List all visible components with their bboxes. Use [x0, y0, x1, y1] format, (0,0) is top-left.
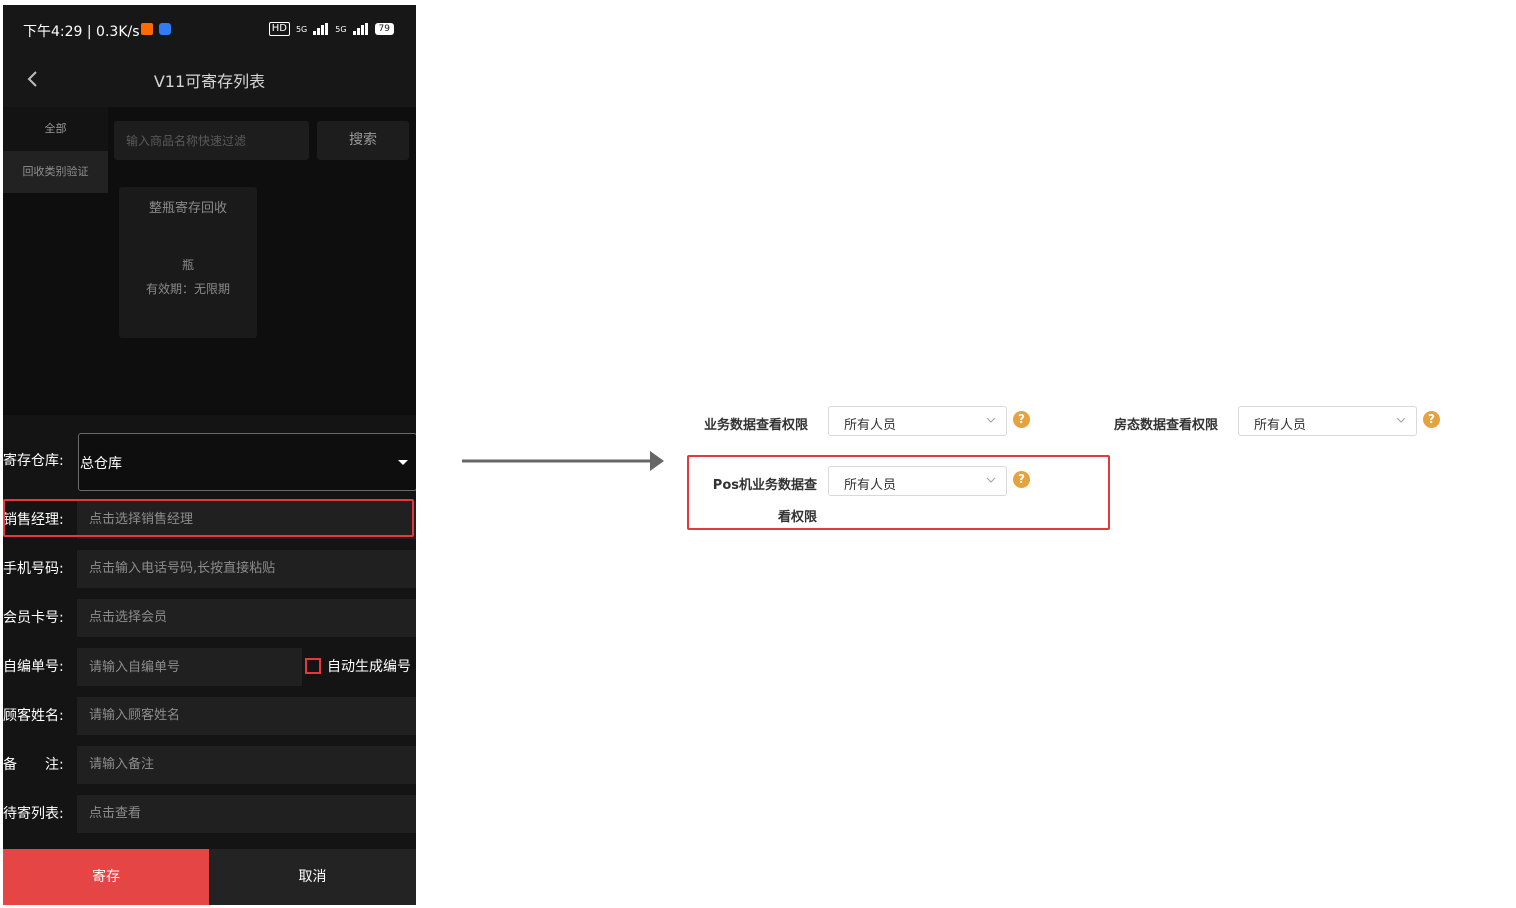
notification-app-icon [159, 23, 171, 35]
product-browser: 全部 回收类别验证 搜索 整瓶寄存回收 瓶 有效期：无限期 [3, 107, 416, 415]
member-row: 会员卡号: 点击选择会员 [3, 599, 416, 637]
remark-label: 备 注: [3, 757, 64, 773]
customer-input[interactable] [77, 697, 416, 735]
battery-icon: 79 [374, 23, 394, 35]
product-expiry: 有效期：无限期 [145, 282, 230, 296]
business-permission-select[interactable]: 所有人员 [828, 406, 1007, 436]
customer-label: 顾客姓名: [3, 708, 64, 724]
signal-icon-2 [352, 23, 369, 35]
help-icon[interactable]: ? [1013, 471, 1030, 488]
cancel-button[interactable]: 取消 [209, 849, 416, 905]
manager-label: 销售经理: [3, 512, 64, 528]
business-permission-label: 业务数据查看权限 [704, 418, 809, 433]
network-5g-label-1: 5G [295, 24, 308, 34]
help-icon[interactable]: ? [1423, 411, 1440, 428]
status-bar: 下午4:29 | 0.3K/s HD 5G 5G 79 [3, 5, 416, 51]
customer-row: 顾客姓名: [3, 697, 416, 735]
signal-icon-1 [313, 23, 329, 35]
pos-permission-label: Pos机业务数据查看权限 [712, 478, 817, 525]
member-picker[interactable]: 点击选择会员 [77, 599, 416, 637]
auto-generate-checkbox[interactable] [305, 658, 321, 674]
page-title: V11可寄存列表 [153, 72, 266, 91]
self-no-label: 自编单号: [3, 659, 64, 675]
product-card[interactable]: 整瓶寄存回收 瓶 有效期：无限期 [119, 187, 257, 338]
bottom-action-bar: 寄存 取消 [3, 849, 416, 905]
warehouse-value: 总仓库 [80, 456, 122, 472]
status-right-group: HD 5G 5G 79 [268, 22, 394, 36]
phone-input[interactable] [77, 550, 416, 588]
warehouse-select[interactable]: 总仓库 [78, 433, 416, 491]
save-button[interactable]: 寄存 [3, 849, 209, 905]
category-recycle-verify[interactable]: 回收类别验证 [3, 151, 108, 193]
remark-input[interactable] [77, 746, 416, 784]
manager-picker[interactable]: 点击选择销售经理 [77, 501, 416, 539]
product-filter-input[interactable] [114, 121, 309, 160]
phone-screenshot: 下午4:29 | 0.3K/s HD 5G 5G 79 V11可寄存列表 全部 … [3, 5, 416, 905]
self-no-input[interactable] [77, 648, 302, 686]
network-5g-label-2: 5G [335, 24, 347, 34]
pending-list-link[interactable]: 点击查看 [77, 795, 416, 833]
help-icon[interactable]: ? [1013, 411, 1030, 428]
manager-row: 销售经理: 点击选择销售经理 [3, 501, 416, 539]
room-permission-select[interactable]: 所有人员 [1238, 406, 1417, 436]
nav-bar: V11可寄存列表 [3, 51, 416, 107]
member-label: 会员卡号: [3, 610, 64, 626]
right-arrow-icon [462, 451, 664, 471]
phone-label: 手机号码: [3, 561, 64, 577]
mi-app-icon [141, 23, 153, 35]
status-time: 下午4:29 | 0.3K/s [23, 24, 140, 40]
business-permission-value: 所有人员 [844, 418, 897, 433]
chevron-down-icon [986, 417, 996, 423]
deposit-form: 寄存仓库: 总仓库 销售经理: 点击选择销售经理 手机号码: 会员卡号: 点击选… [3, 415, 416, 849]
chevron-down-icon [986, 477, 996, 483]
pos-permission-value: 所有人员 [844, 478, 897, 493]
category-all[interactable]: 全部 [3, 107, 108, 151]
pos-permission-select[interactable]: 所有人员 [828, 466, 1007, 496]
hd-indicator: HD [268, 22, 290, 36]
search-button[interactable]: 搜索 [317, 121, 409, 160]
remark-row: 备 注: [3, 746, 416, 784]
pending-row: 待寄列表: 点击查看 [3, 795, 416, 833]
room-permission-value: 所有人员 [1254, 418, 1307, 433]
warehouse-label: 寄存仓库: [3, 453, 64, 469]
room-permission-label: 房态数据查看权限 [1114, 418, 1219, 433]
product-name: 整瓶寄存回收 [148, 201, 227, 216]
pending-label: 待寄列表: [3, 806, 64, 822]
chevron-down-icon [1396, 417, 1406, 423]
self-no-row: 自编单号: 自动生成编号 [3, 648, 416, 686]
product-unit: 瓶 [181, 258, 194, 272]
phone-row: 手机号码: [3, 550, 416, 588]
caret-down-icon [398, 460, 408, 465]
auto-generate-label[interactable]: 自动生成编号 [327, 648, 411, 686]
